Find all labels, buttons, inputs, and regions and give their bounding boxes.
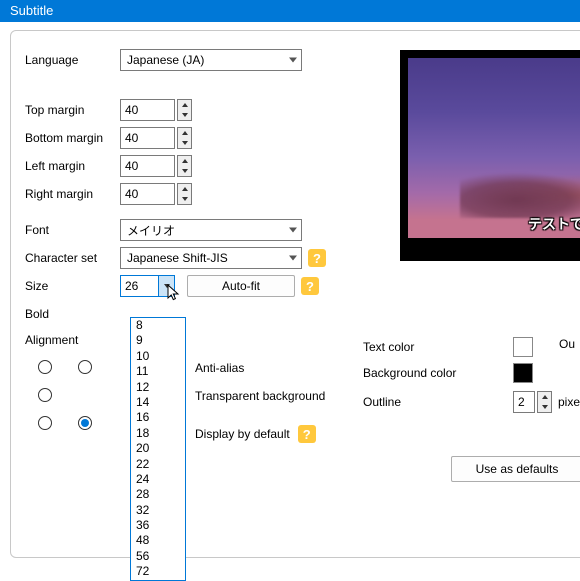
size-dropdown-button[interactable] <box>158 276 174 296</box>
language-label: Language <box>25 53 120 67</box>
size-option[interactable]: 16 <box>131 410 185 425</box>
size-option[interactable]: 32 <box>131 503 185 518</box>
left-margin-input[interactable] <box>120 155 175 177</box>
chevron-down-icon <box>289 256 297 261</box>
size-option[interactable]: 9 <box>131 333 185 348</box>
spinner-down-icon[interactable] <box>178 138 191 148</box>
size-option[interactable]: 10 <box>131 349 185 364</box>
size-option[interactable]: 72 <box>131 564 185 579</box>
help-icon[interactable]: ? <box>301 277 319 295</box>
preview-subtitle-text: テストです <box>528 214 580 234</box>
size-dropdown-list[interactable]: 89101112141618202224283236485672 <box>130 317 186 581</box>
size-option[interactable]: 12 <box>131 380 185 395</box>
spinner-up-icon[interactable] <box>178 100 191 110</box>
size-option[interactable]: 20 <box>131 441 185 456</box>
right-margin-input[interactable] <box>120 183 175 205</box>
top-margin-label: Top margin <box>25 103 120 117</box>
spinner-up-icon[interactable] <box>178 128 191 138</box>
charset-select[interactable]: Japanese Shift-JIS <box>120 247 302 269</box>
window-titlebar: Subtitle <box>0 0 580 22</box>
language-value: Japanese (JA) <box>127 53 204 67</box>
outline-label: Outline <box>363 395 443 409</box>
left-margin-spinner[interactable] <box>177 155 192 177</box>
anti-alias-label: Anti-alias <box>195 361 244 375</box>
right-margin-spinner[interactable] <box>177 183 192 205</box>
size-option[interactable]: 56 <box>131 549 185 564</box>
size-option[interactable]: 22 <box>131 457 185 472</box>
text-color-swatch[interactable] <box>513 337 533 357</box>
bg-color-label: Background color <box>363 366 473 380</box>
alignment-radio-mid-left[interactable] <box>38 388 52 402</box>
right-margin-label: Right margin <box>25 187 120 201</box>
spinner-down-icon[interactable] <box>178 166 191 176</box>
preview-cloud <box>460 173 580 218</box>
auto-fit-button[interactable]: Auto-fit <box>187 275 295 297</box>
alignment-radio-bot-left[interactable] <box>38 416 52 430</box>
size-option[interactable]: 28 <box>131 487 185 502</box>
spinner-up-icon[interactable] <box>178 184 191 194</box>
outline-units: pixels <box>558 395 580 409</box>
top-margin-input[interactable] <box>120 99 175 121</box>
size-option[interactable]: 24 <box>131 472 185 487</box>
size-option[interactable]: 18 <box>131 426 185 441</box>
font-select[interactable]: メイリオ <box>120 219 302 241</box>
bottom-margin-label: Bottom margin <box>25 131 120 145</box>
bg-color-swatch[interactable] <box>513 363 533 383</box>
size-option[interactable]: 48 <box>131 533 185 548</box>
preview-image: テストです <box>408 58 580 238</box>
alignment-grid <box>25 353 145 437</box>
spinner-up-icon[interactable] <box>178 156 191 166</box>
spinner-down-icon[interactable] <box>538 402 551 412</box>
window-title: Subtitle <box>10 3 53 18</box>
bottom-margin-spinner[interactable] <box>177 127 192 149</box>
size-option[interactable]: 36 <box>131 518 185 533</box>
alignment-radio-top-center[interactable] <box>78 360 92 374</box>
bold-label: Bold <box>25 307 120 321</box>
charset-label: Character set <box>25 251 120 265</box>
chevron-down-icon <box>289 58 297 63</box>
subtitle-preview: テストです <box>400 50 580 261</box>
transparent-bg-label: Transparent background <box>195 389 325 403</box>
use-as-defaults-button[interactable]: Use as defaults <box>451 456 580 482</box>
top-margin-spinner[interactable] <box>177 99 192 121</box>
spinner-down-icon[interactable] <box>178 110 191 120</box>
text-color-label: Text color <box>363 340 473 354</box>
language-select[interactable]: Japanese (JA) <box>120 49 302 71</box>
size-label: Size <box>25 279 120 293</box>
alignment-radio-top-left[interactable] <box>38 360 52 374</box>
help-icon[interactable]: ? <box>298 425 316 443</box>
charset-value: Japanese Shift-JIS <box>127 251 228 265</box>
help-icon[interactable]: ? <box>308 249 326 267</box>
display-default-label: Display by default <box>195 427 290 441</box>
alignment-label: Alignment <box>25 333 145 347</box>
spinner-up-icon[interactable] <box>538 392 551 402</box>
size-combobox[interactable]: 26 <box>120 275 175 297</box>
outline-color-label-truncated: Ou <box>559 337 575 351</box>
size-option[interactable]: 8 <box>131 318 185 333</box>
font-value: メイリオ <box>127 222 175 239</box>
font-label: Font <box>25 223 120 237</box>
size-option[interactable]: 11 <box>131 364 185 379</box>
outline-spinner[interactable] <box>537 391 552 413</box>
outline-input[interactable] <box>513 391 535 413</box>
chevron-down-icon <box>289 228 297 233</box>
alignment-radio-bot-center[interactable] <box>78 416 92 430</box>
size-option[interactable]: 14 <box>131 395 185 410</box>
bottom-margin-input[interactable] <box>120 127 175 149</box>
left-margin-label: Left margin <box>25 159 120 173</box>
spinner-down-icon[interactable] <box>178 194 191 204</box>
size-value[interactable]: 26 <box>121 276 158 296</box>
